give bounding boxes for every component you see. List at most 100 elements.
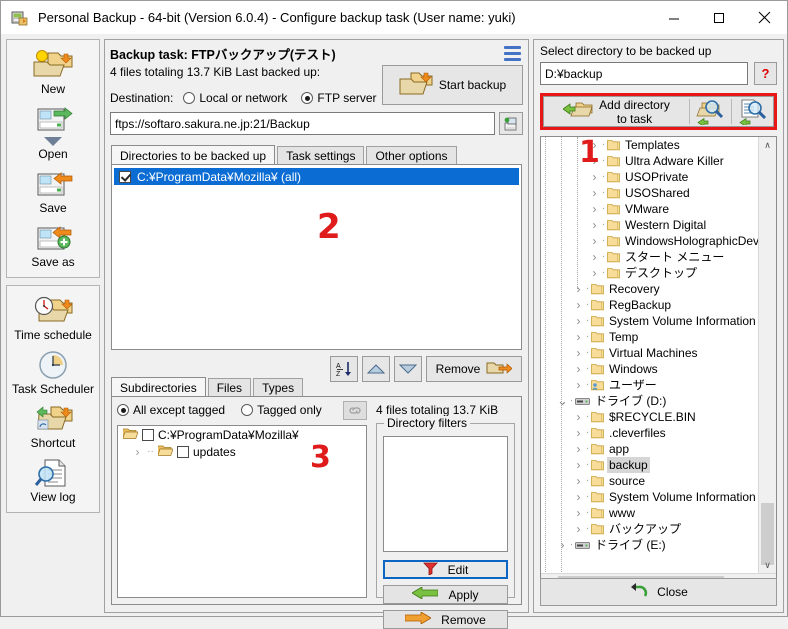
chevron-right-icon[interactable]: › bbox=[573, 361, 584, 377]
scrollbar-thumb[interactable] bbox=[761, 503, 774, 565]
chevron-right-icon[interactable]: › bbox=[573, 329, 584, 345]
tree-item[interactable]: › · www bbox=[541, 505, 759, 521]
scroll-up-button[interactable]: ∧ bbox=[759, 137, 776, 154]
tab-task-settings[interactable]: Task settings bbox=[277, 146, 365, 165]
radio-ftp-server[interactable]: FTP server bbox=[301, 91, 377, 105]
add-directory-button[interactable]: Add directory to task bbox=[544, 97, 689, 126]
sidebar-item-shortcut[interactable]: Shortcut bbox=[7, 398, 99, 452]
chevron-right-icon[interactable]: › bbox=[573, 441, 584, 457]
browse-file-icon[interactable] bbox=[732, 97, 773, 126]
chevron-right-icon[interactable]: › bbox=[573, 313, 584, 329]
tab-other-options[interactable]: Other options bbox=[366, 146, 457, 165]
help-button[interactable]: ? bbox=[754, 62, 777, 85]
chevron-right-icon[interactable]: › bbox=[589, 233, 600, 249]
chevron-right-icon[interactable]: › bbox=[573, 281, 584, 297]
start-backup-button[interactable]: Start backup bbox=[382, 65, 523, 105]
chevron-right-icon[interactable]: › bbox=[573, 345, 584, 361]
browse-folder-icon[interactable] bbox=[690, 97, 731, 126]
tree-item[interactable]: › · Templates bbox=[541, 137, 759, 153]
sort-az-icon[interactable]: A Z bbox=[330, 356, 358, 382]
list-item-checkbox[interactable] bbox=[142, 428, 154, 441]
chevron-right-icon[interactable]: › bbox=[573, 409, 584, 425]
move-down-icon[interactable] bbox=[394, 356, 422, 382]
directories-list[interactable]: C:¥ProgramData¥Mozilla¥ (all) 2 bbox=[111, 164, 522, 350]
directory-tree[interactable]: 1 › · Templates › · Ultra Adware Killer › · USOP… bbox=[540, 136, 777, 592]
edit-filter-button[interactable]: Edit bbox=[383, 560, 508, 579]
chevron-right-icon[interactable]: › bbox=[589, 201, 600, 217]
sidebar-item-view-log[interactable]: View log bbox=[7, 452, 99, 506]
tree-item[interactable]: › · $RECYCLE.BIN bbox=[541, 409, 759, 425]
chevron-right-icon[interactable]: › bbox=[573, 489, 584, 505]
tree-item[interactable]: › · USOPrivate bbox=[541, 169, 759, 185]
chevron-right-icon[interactable]: › bbox=[573, 473, 584, 489]
tree-item[interactable]: › · System Volume Information bbox=[541, 489, 759, 505]
close-dialog-button[interactable]: Close bbox=[540, 578, 777, 606]
expand-chevron-icon[interactable]: › bbox=[132, 444, 143, 460]
tree-item[interactable]: › · WindowsHolographicDev bbox=[541, 233, 760, 249]
path-input[interactable]: D:¥backup bbox=[540, 62, 748, 85]
row-checkbox[interactable] bbox=[119, 170, 131, 183]
tree-item[interactable]: › · ドライブ (E:) bbox=[541, 537, 759, 553]
chevron-right-icon[interactable]: › bbox=[573, 377, 584, 393]
remove-directory-button[interactable]: Remove bbox=[426, 356, 522, 382]
menu-icon[interactable] bbox=[504, 46, 521, 61]
chevron-right-icon[interactable]: › bbox=[573, 457, 584, 473]
maximize-button[interactable] bbox=[696, 1, 741, 34]
chevron-right-icon[interactable]: › bbox=[589, 265, 600, 281]
radio-tagged-only[interactable]: Tagged only bbox=[241, 403, 322, 417]
chevron-right-icon[interactable]: › bbox=[573, 521, 584, 537]
table-row[interactable]: C:¥ProgramData¥Mozilla¥ (all) bbox=[114, 168, 519, 185]
ftp-settings-button[interactable] bbox=[499, 112, 523, 135]
sidebar-item-save-as[interactable]: Save as bbox=[7, 217, 99, 271]
tab-directories[interactable]: Directories to be backed up bbox=[111, 145, 276, 165]
scroll-down-button[interactable]: ∨ bbox=[759, 557, 776, 574]
radio-local-or-network[interactable]: Local or network bbox=[183, 91, 287, 105]
link-icon[interactable] bbox=[343, 401, 367, 420]
chevron-right-icon[interactable]: › bbox=[573, 505, 584, 521]
tree-item[interactable]: › · Virtual Machines bbox=[541, 345, 759, 361]
tree-item[interactable]: › · スタート メニュー bbox=[541, 249, 759, 265]
chevron-right-icon[interactable]: › bbox=[589, 169, 600, 185]
vertical-scrollbar[interactable]: ∧ ∨ bbox=[758, 137, 776, 574]
move-up-icon[interactable] bbox=[362, 356, 390, 382]
close-button[interactable] bbox=[741, 1, 787, 34]
tree-item[interactable]: › · Ultra Adware Killer bbox=[541, 153, 759, 169]
chevron-right-icon[interactable]: › bbox=[589, 249, 600, 265]
tree-item[interactable]: › · System Volume Information bbox=[541, 313, 759, 329]
radio-all-except-tagged[interactable]: All except tagged bbox=[117, 403, 225, 417]
chevron-right-icon[interactable]: › bbox=[573, 297, 584, 313]
chevron-right-icon[interactable]: › bbox=[557, 537, 568, 553]
sidebar-item-time-schedule[interactable]: Time schedule bbox=[7, 290, 99, 344]
chevron-down-icon[interactable] bbox=[44, 137, 62, 146]
tree-item[interactable]: › · .cleverfiles bbox=[541, 425, 759, 441]
tab-types[interactable]: Types bbox=[253, 378, 304, 397]
subdirectory-tree[interactable]: C:¥ProgramData¥Mozilla¥ › ·· updates 3 bbox=[117, 425, 367, 598]
sidebar-item-save[interactable]: Save bbox=[7, 163, 99, 217]
chevron-right-icon[interactable]: › bbox=[573, 425, 584, 441]
tree-item[interactable]: › · デスクトップ bbox=[541, 265, 759, 281]
tree-item[interactable]: › · RegBackup bbox=[541, 297, 759, 313]
chevron-right-icon[interactable]: › bbox=[589, 217, 600, 233]
tab-subdirectories[interactable]: Subdirectories bbox=[111, 377, 206, 397]
tree-item[interactable]: › · backup bbox=[541, 457, 759, 473]
chevron-down-icon[interactable]: ⌄ bbox=[557, 393, 568, 409]
destination-url-input[interactable]: ftps://softaro.sakura.ne.jp:21/Backup bbox=[110, 112, 495, 135]
sidebar-item-task-scheduler[interactable]: Task Scheduler bbox=[7, 344, 99, 398]
tree-item[interactable]: › · USOShared bbox=[541, 185, 759, 201]
tree-item[interactable]: › · source bbox=[541, 473, 759, 489]
tree-item[interactable]: › · Temp bbox=[541, 329, 759, 345]
apply-filter-button[interactable]: Apply bbox=[383, 585, 508, 604]
remove-filter-button[interactable]: Remove bbox=[383, 610, 508, 629]
list-item-checkbox[interactable] bbox=[177, 445, 189, 458]
tree-item[interactable]: › · ユーザー bbox=[541, 377, 759, 393]
tree-item[interactable]: › · app bbox=[541, 441, 759, 457]
sidebar-item-open[interactable]: Open bbox=[7, 98, 99, 163]
tree-item[interactable]: › · VMware bbox=[541, 201, 759, 217]
tab-files[interactable]: Files bbox=[207, 378, 252, 397]
sidebar-item-new[interactable]: New bbox=[7, 44, 99, 98]
tree-item[interactable]: › · Recovery bbox=[541, 281, 759, 297]
tree-item[interactable]: › · バックアップ bbox=[541, 521, 759, 537]
chevron-right-icon[interactable]: › bbox=[589, 185, 600, 201]
directory-filters-list[interactable] bbox=[383, 436, 508, 552]
minimize-button[interactable] bbox=[651, 1, 696, 34]
